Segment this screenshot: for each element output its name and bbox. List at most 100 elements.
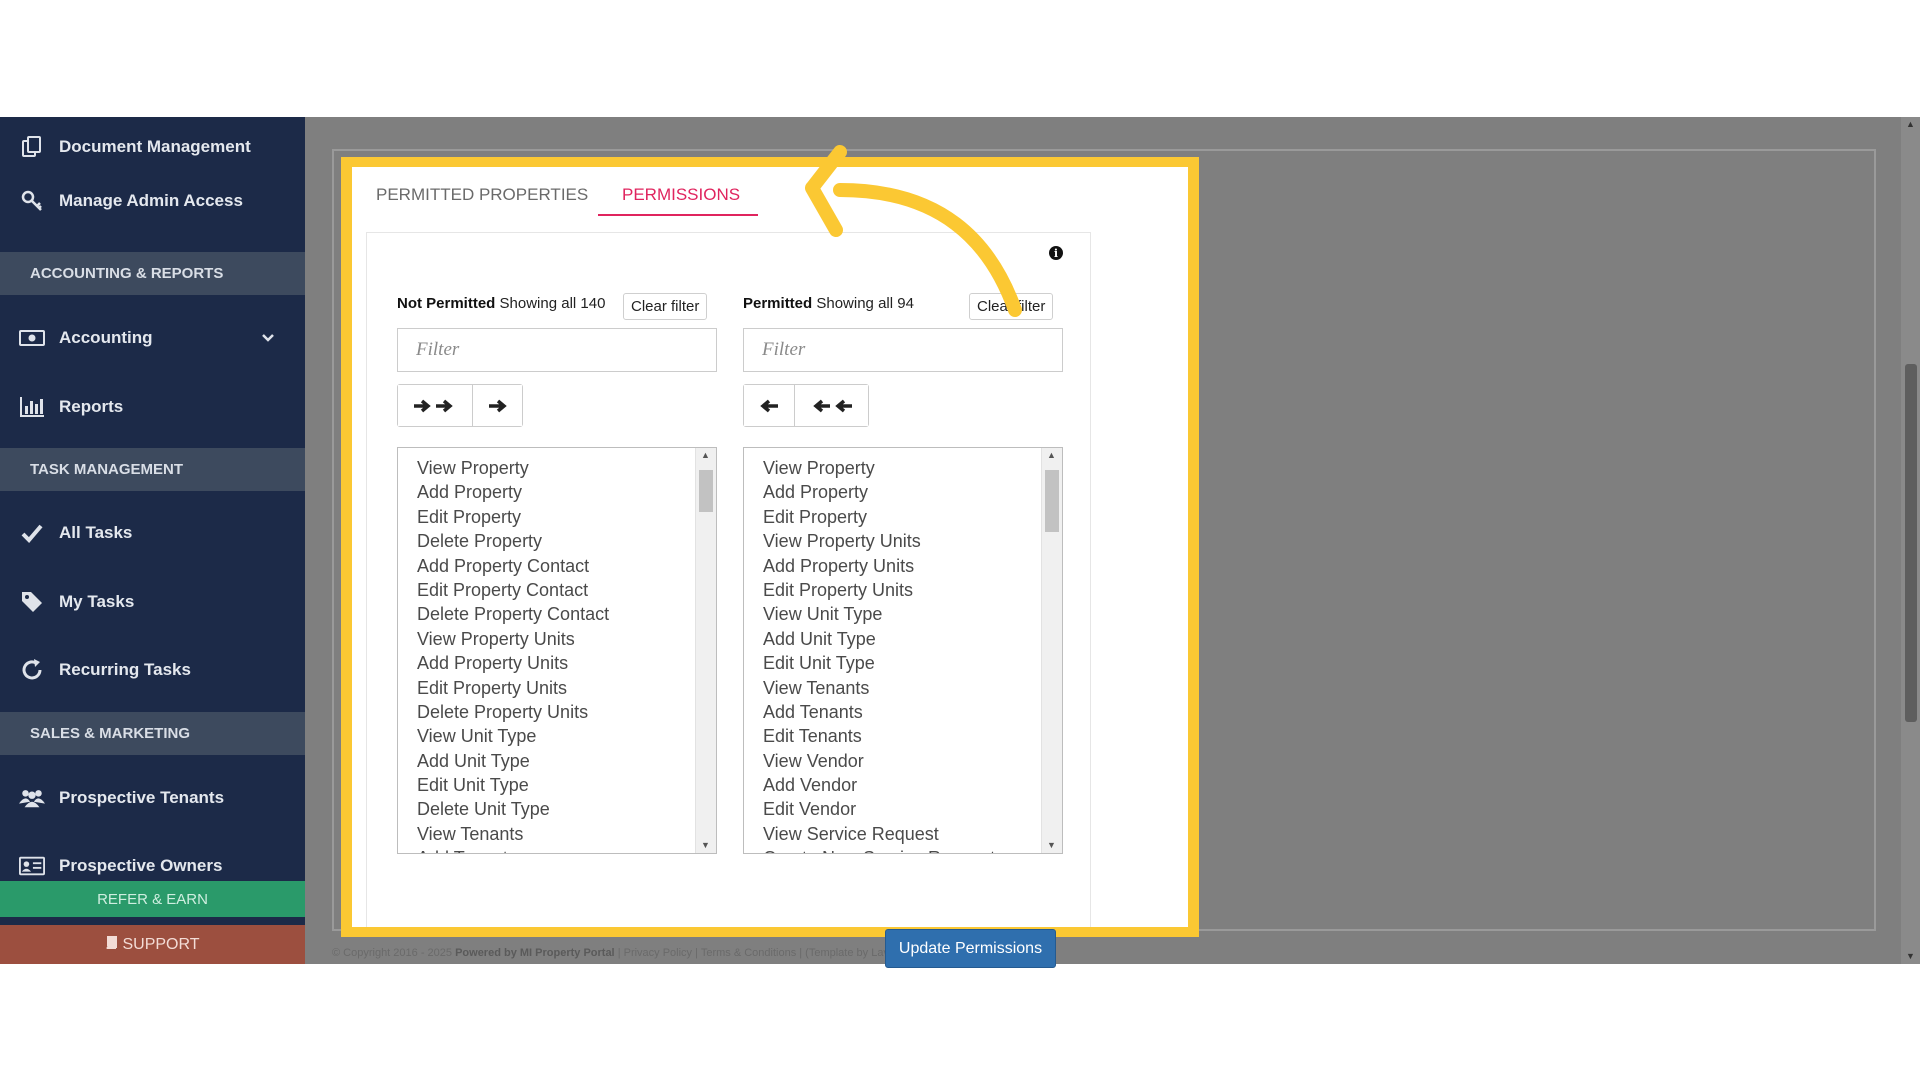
list-item[interactable]: Add Property Units bbox=[417, 651, 609, 675]
list-item[interactable]: Add Unit Type bbox=[417, 749, 609, 773]
list-item[interactable]: Create New Service Request bbox=[763, 846, 995, 853]
list-item[interactable]: Delete Property Contact bbox=[417, 602, 609, 626]
sidebar-item-manage-admin-access[interactable]: Manage Admin Access bbox=[0, 171, 305, 231]
scroll-up-icon[interactable]: ▲ bbox=[701, 450, 710, 460]
support-button[interactable]: SUPPORT bbox=[0, 925, 305, 964]
list-item[interactable]: Add Tenants bbox=[763, 700, 995, 724]
list-item[interactable]: Delete Unit Type bbox=[417, 797, 609, 821]
list-item[interactable]: Edit Vendor bbox=[763, 797, 995, 821]
not-permitted-column: Not Permitted Showing all 140 Clear filt… bbox=[397, 291, 717, 854]
not-permitted-filter-input[interactable] bbox=[397, 328, 717, 372]
list-item[interactable]: View Vendor bbox=[763, 749, 995, 773]
list-item[interactable]: Add Property bbox=[763, 480, 995, 504]
scroll-up-icon[interactable]: ▲ bbox=[1047, 450, 1056, 460]
list-item[interactable]: View Tenants bbox=[763, 676, 995, 700]
not-permitted-title: Not Permitted Showing all 140 bbox=[397, 295, 606, 312]
footer-powered-link[interactable]: Powered by MI Property Portal bbox=[455, 947, 615, 959]
move-buttons-group bbox=[397, 384, 523, 427]
remove-all-button[interactable] bbox=[794, 385, 868, 426]
sidebar-item-accounting[interactable]: Accounting bbox=[0, 308, 305, 368]
scroll-up-icon[interactable]: ▲ bbox=[1906, 119, 1915, 129]
remove-selected-button[interactable] bbox=[744, 385, 794, 426]
sidebar-item-label: My Tasks bbox=[59, 592, 135, 611]
scroll-down-icon[interactable]: ▼ bbox=[701, 840, 710, 850]
list-item[interactable]: Add Property bbox=[417, 480, 609, 504]
permitted-header: Permitted Showing all 94 Clear filter bbox=[743, 291, 1063, 320]
check-icon bbox=[19, 520, 45, 546]
list-item[interactable]: Edit Property bbox=[763, 505, 995, 529]
scroll-down-icon[interactable]: ▼ bbox=[1906, 951, 1915, 961]
list-item[interactable]: View Property bbox=[763, 456, 995, 480]
list-item[interactable]: View Property Units bbox=[763, 529, 995, 553]
section-sales-marketing: SALES & MARKETING bbox=[0, 712, 305, 755]
listbox-scrollbar[interactable]: ▲ ▼ bbox=[1041, 448, 1062, 853]
list-item[interactable]: Add Property Units bbox=[763, 554, 995, 578]
list-item[interactable]: View Unit Type bbox=[763, 602, 995, 626]
tab-permitted-properties[interactable]: PERMITTED PROPERTIES bbox=[376, 185, 588, 205]
list-item[interactable]: Edit Property Contact bbox=[417, 578, 609, 602]
sidebar-item-prospective-tenants[interactable]: Prospective Tenants bbox=[0, 768, 305, 828]
money-icon bbox=[19, 325, 45, 351]
permissions-panel: i Not Permitted Showing all 140 Clear fi… bbox=[366, 232, 1091, 968]
sidebar-item-label: Manage Admin Access bbox=[59, 191, 243, 210]
list-item[interactable]: Delete Property Units bbox=[417, 700, 609, 724]
sidebar-item-reports[interactable]: Reports bbox=[0, 377, 305, 437]
list-item[interactable]: Add Tenants bbox=[417, 846, 609, 853]
list-item[interactable]: View Service Request bbox=[763, 822, 995, 846]
scroll-down-icon[interactable]: ▼ bbox=[1047, 840, 1056, 850]
list-item[interactable]: Add Vendor bbox=[763, 773, 995, 797]
listbox-scroll-thumb[interactable] bbox=[1045, 470, 1059, 532]
permitted-listbox[interactable]: View Property Add Property Edit Property Vi… bbox=[743, 447, 1063, 854]
info-icon[interactable]: i bbox=[1049, 246, 1063, 260]
sidebar-item-label: Reports bbox=[59, 397, 124, 416]
listbox-scroll-thumb[interactable] bbox=[699, 470, 713, 512]
support-label: SUPPORT bbox=[122, 935, 200, 953]
sidebar-item-recurring-tasks[interactable]: Recurring Tasks bbox=[0, 640, 305, 700]
list-item[interactable]: View Unit Type bbox=[417, 724, 609, 748]
not-permitted-clear-filter-button[interactable]: Clear filter bbox=[623, 293, 708, 320]
list-item[interactable]: Edit Unit Type bbox=[763, 651, 995, 675]
active-tab-underline bbox=[598, 214, 758, 216]
sidebar-item-my-tasks[interactable]: My Tasks bbox=[0, 572, 305, 632]
document-copy-icon bbox=[19, 134, 45, 160]
list-item[interactable]: Add Unit Type bbox=[763, 627, 995, 651]
page-scroll-thumb[interactable] bbox=[1905, 364, 1917, 722]
move-selected-button[interactable] bbox=[472, 385, 522, 426]
list-item[interactable]: View Property Units bbox=[417, 627, 609, 651]
section-accounting-reports: ACCOUNTING & REPORTS bbox=[0, 252, 305, 295]
list-item[interactable]: Edit Unit Type bbox=[417, 773, 609, 797]
sidebar-item-label: All Tasks bbox=[59, 523, 133, 542]
permitted-filter-input[interactable] bbox=[743, 328, 1063, 372]
list-item[interactable]: Edit Property Units bbox=[763, 578, 995, 602]
tag-icon bbox=[19, 589, 45, 615]
permitted-clear-filter-button[interactable]: Clear filter bbox=[969, 293, 1054, 320]
sidebar-item-all-tasks[interactable]: All Tasks bbox=[0, 503, 305, 563]
page-scrollbar[interactable]: ▲ ▼ bbox=[1901, 117, 1920, 964]
list-item[interactable]: View Property bbox=[417, 456, 609, 480]
not-permitted-listbox[interactable]: View Property Add Property Edit Property De… bbox=[397, 447, 717, 854]
listbox-scrollbar[interactable]: ▲ ▼ bbox=[695, 448, 716, 853]
permitted-list: View Property Add Property Edit Property Vi… bbox=[744, 456, 995, 853]
tab-permissions[interactable]: PERMISSIONS bbox=[622, 185, 740, 205]
list-item[interactable]: Add Property Contact bbox=[417, 554, 609, 578]
permitted-title: Permitted Showing all 94 bbox=[743, 295, 914, 312]
move-all-button[interactable] bbox=[398, 385, 472, 426]
sidebar-item-label: Accounting bbox=[59, 328, 153, 347]
bar-chart-icon bbox=[19, 394, 45, 420]
list-item[interactable]: Edit Property bbox=[417, 505, 609, 529]
id-card-icon bbox=[19, 853, 45, 879]
list-item[interactable]: Edit Tenants bbox=[763, 724, 995, 748]
arrow-left-icon bbox=[760, 399, 778, 412]
update-permissions-button[interactable]: Update Permissions bbox=[885, 929, 1056, 968]
refer-earn-button[interactable]: REFER & EARN bbox=[0, 881, 305, 917]
footer-links[interactable]: | Privacy Policy | Terms & Conditions | … bbox=[618, 947, 908, 959]
list-item[interactable]: Delete Property bbox=[417, 529, 609, 553]
list-item[interactable]: Edit Property Units bbox=[417, 676, 609, 700]
sidebar-item-label: Prospective Owners bbox=[59, 856, 223, 875]
list-item[interactable]: View Tenants bbox=[417, 822, 609, 846]
not-permitted-list: View Property Add Property Edit Property De… bbox=[398, 456, 609, 853]
refresh-icon bbox=[19, 657, 45, 683]
double-arrow-left-icon bbox=[812, 399, 852, 412]
permissions-card: PERMITTED PROPERTIES PERMISSIONS i Not P… bbox=[352, 167, 1188, 968]
sidebar-item-document-management[interactable]: Document Management bbox=[0, 117, 305, 177]
